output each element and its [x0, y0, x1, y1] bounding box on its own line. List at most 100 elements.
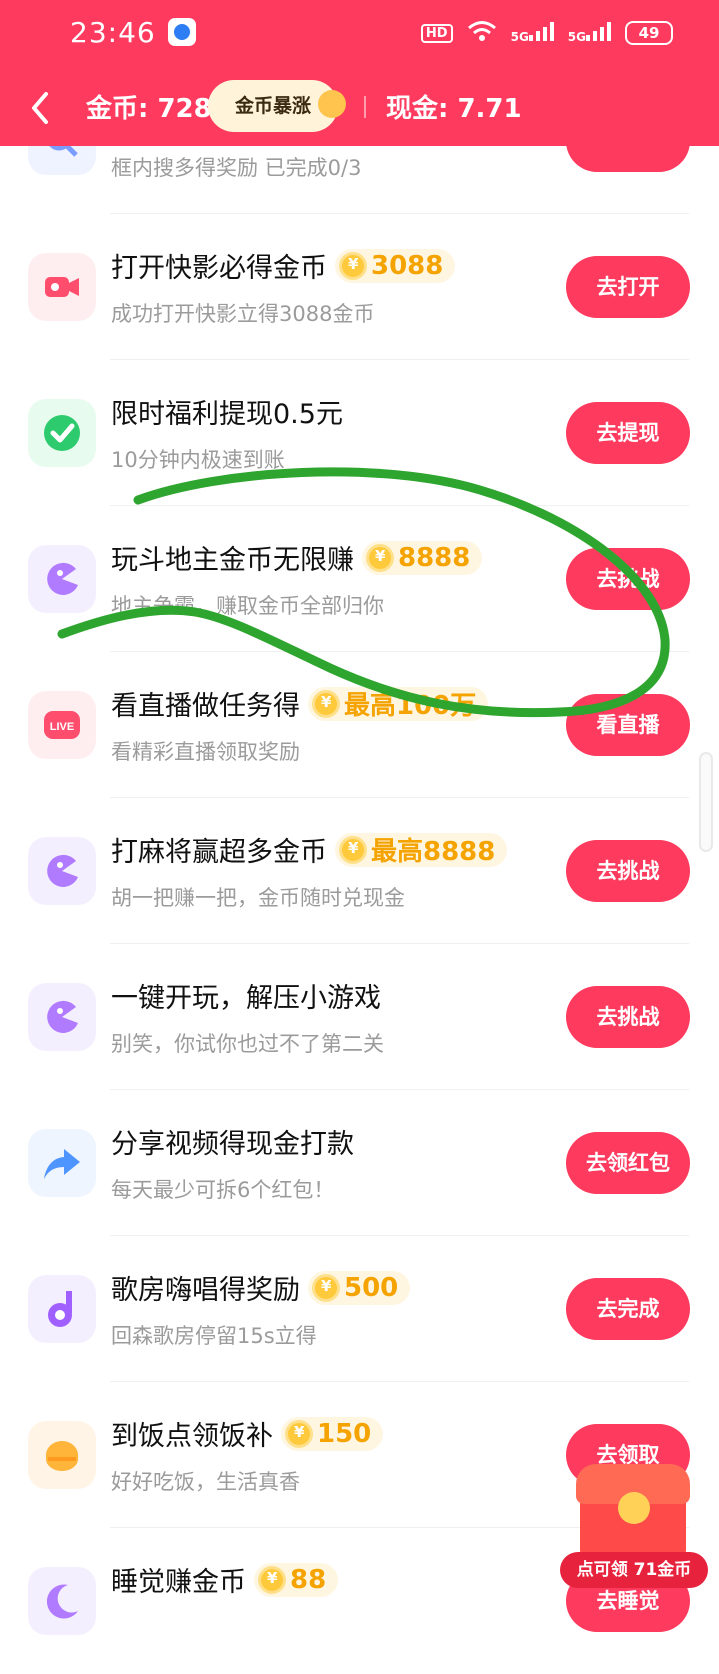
reward-value: 最高100万 [344, 691, 477, 721]
reward-value: 88 [290, 1564, 327, 1595]
task-title: 睡觉赚金币 88 [111, 1560, 339, 1599]
share-arrow-icon [28, 1129, 96, 1197]
game-pacman-icon [28, 837, 96, 905]
video-camera-icon [28, 253, 96, 321]
task-title: 分享视频得现金打款 [111, 1122, 354, 1161]
clock: 23:46 [70, 16, 156, 49]
coin-icon [312, 689, 340, 718]
reward-badge: 150 [281, 1416, 384, 1451]
coin-icon [618, 1492, 650, 1524]
task-subtitle: 看精彩直播领取奖励 [111, 740, 300, 764]
task-title: 歌房嗨唱得奖励 500 [111, 1268, 411, 1307]
status-icons: HD 5G 5G 49 [420, 20, 673, 46]
coin-icon [312, 1273, 340, 1302]
divider [364, 96, 366, 118]
coin-icon [339, 835, 367, 864]
task-title-text: 歌房嗨唱得奖励 [111, 1275, 300, 1306]
meal-icon [28, 1421, 96, 1489]
hd-voice-icon: HD [420, 23, 453, 43]
treasure-chest-widget[interactable]: 点可领 71金币 [560, 1462, 708, 1592]
task-row-share[interactable]: 分享视频得现金打款 每天最少可拆6个红包！ 去领红包 [0, 1090, 719, 1236]
signal-icon: 5G [511, 21, 554, 45]
reward-value: 150 [317, 1418, 372, 1449]
live-icon: LIVE [28, 691, 96, 759]
reward-badge: 88 [254, 1562, 339, 1597]
task-title-text: 打麻将赢超多金币 [111, 837, 327, 868]
wechat-pay-icon [28, 399, 96, 467]
coin-icon [258, 1565, 286, 1594]
game-pacman-icon [28, 545, 96, 613]
reward-badge: 3088 [335, 248, 456, 283]
watch-live-button[interactable]: 看直播 [566, 694, 690, 756]
reward-value: 最高8888 [371, 837, 496, 867]
cash-balance: 现金: 7.71 [386, 94, 522, 124]
status-bar: 23:46 HD 5G 5G 49 [0, 0, 719, 64]
reward-value: 500 [344, 1272, 399, 1303]
task-row-karaoke[interactable]: 歌房嗨唱得奖励 500 回森歌房停留15s立得 去完成 [0, 1236, 719, 1382]
browser-notification-icon [168, 18, 196, 46]
chest-claim-label: 点可领 71金币 [560, 1552, 708, 1588]
top-header: 23:46 HD 5G 5G 49 金币: 728 金币暴涨 现金: 7.71 [0, 0, 719, 146]
task-title: 到饭点领饭补 150 [111, 1414, 384, 1453]
task-title: 看直播做任务得 最高100万 [111, 684, 489, 723]
task-title-text: 打开快影必得金币 [111, 253, 327, 284]
task-row-doudizhu[interactable]: 玩斗地主金币无限赚 8888 地主争霸，赚取金币全部归你 去挑战 [0, 506, 719, 652]
reward-value: 8888 [398, 542, 471, 573]
scrollbar[interactable] [699, 752, 713, 852]
task-row-kuaiying[interactable]: 打开快影必得金币 3088 成功打开快影立得3088金币 去打开 [0, 214, 719, 360]
signal-icon-2: 5G [568, 21, 611, 45]
task-subtitle: 好好吃饭，生活真香 [111, 1470, 300, 1494]
task-title: 玩斗地主金币无限赚 8888 [111, 538, 483, 577]
task-title-text: 限时福利提现0.5元 [111, 399, 343, 430]
battery-icon: 49 [625, 21, 673, 45]
task-title-text: 看直播做任务得 [111, 691, 300, 722]
task-row-minigame[interactable]: 一键开玩，解压小游戏 别笑，你试你也过不了第二关 去挑战 [0, 944, 719, 1090]
task-subtitle: 地主争霸，赚取金币全部归你 [111, 594, 384, 618]
task-title: 打麻将赢超多金币 最高8888 [111, 830, 508, 869]
game-pacman-icon [28, 983, 96, 1051]
red-packet-button[interactable]: 去领红包 [566, 1132, 690, 1194]
reward-badge: 最高100万 [308, 686, 489, 721]
task-subtitle: 成功打开快影立得3088金币 [111, 302, 375, 326]
task-subtitle: 胡一把赚一把，金币随时兑现金 [111, 886, 405, 910]
withdraw-button[interactable]: 去提现 [566, 402, 690, 464]
challenge-button[interactable]: 去挑战 [566, 548, 690, 610]
challenge-button[interactable]: 去挑战 [566, 986, 690, 1048]
reward-value: 3088 [371, 250, 444, 281]
challenge-button[interactable]: 去挑战 [566, 840, 690, 902]
task-title-text: 到饭点领饭补 [111, 1421, 273, 1452]
open-button[interactable]: 去打开 [566, 256, 690, 318]
task-title: 限时福利提现0.5元 [111, 392, 343, 431]
network-type: 5G [510, 30, 529, 44]
task-subtitle: 10分钟内极速到账 [111, 448, 285, 472]
music-note-icon [28, 1275, 96, 1343]
task-title-text: 一键开玩，解压小游戏 [111, 983, 381, 1014]
coin-icon [339, 251, 367, 280]
back-arrow-icon[interactable] [22, 88, 62, 128]
task-subtitle: 框内搜多得奖励 已完成0/3 [111, 156, 362, 180]
complete-button[interactable]: 去完成 [566, 1278, 690, 1340]
reward-badge: 8888 [362, 540, 483, 575]
task-subtitle: 别笑，你试你也过不了第二关 [111, 1032, 384, 1056]
network-type: 5G [567, 30, 586, 44]
coin-balance: 金币: 728 [86, 94, 212, 124]
task-row-mahjong[interactable]: 打麻将赢超多金币 最高8888 胡一把赚一把，金币随时兑现金 去挑战 [0, 798, 719, 944]
task-title: 一键开玩，解压小游戏 [111, 976, 381, 1015]
svg-text:LIVE: LIVE [50, 721, 74, 733]
task-subtitle: 回森歌房停留15s立得 [111, 1324, 317, 1348]
wifi-icon [467, 20, 497, 46]
nav-row: 金币: 728 金币暴涨 现金: 7.71 [0, 74, 719, 138]
task-title-text: 睡觉赚金币 [111, 1567, 246, 1598]
task-row-withdraw[interactable]: 限时福利提现0.5元 10分钟内极速到账 去提现 [0, 360, 719, 506]
task-subtitle: 每天最少可拆6个红包！ [111, 1178, 335, 1202]
moon-icon [28, 1567, 96, 1635]
task-title: 打开快影必得金币 3088 [111, 246, 456, 285]
task-title-text: 分享视频得现金打款 [111, 1129, 354, 1160]
rocket-icon [318, 90, 346, 118]
reward-badge: 500 [308, 1270, 411, 1305]
task-title-text: 玩斗地主金币无限赚 [111, 545, 354, 576]
task-row-live[interactable]: LIVE 看直播做任务得 最高100万 看精彩直播领取奖励 看直播 [0, 652, 719, 798]
coin-icon [366, 543, 394, 572]
reward-badge: 最高8888 [335, 832, 508, 867]
coin-icon [285, 1419, 313, 1448]
